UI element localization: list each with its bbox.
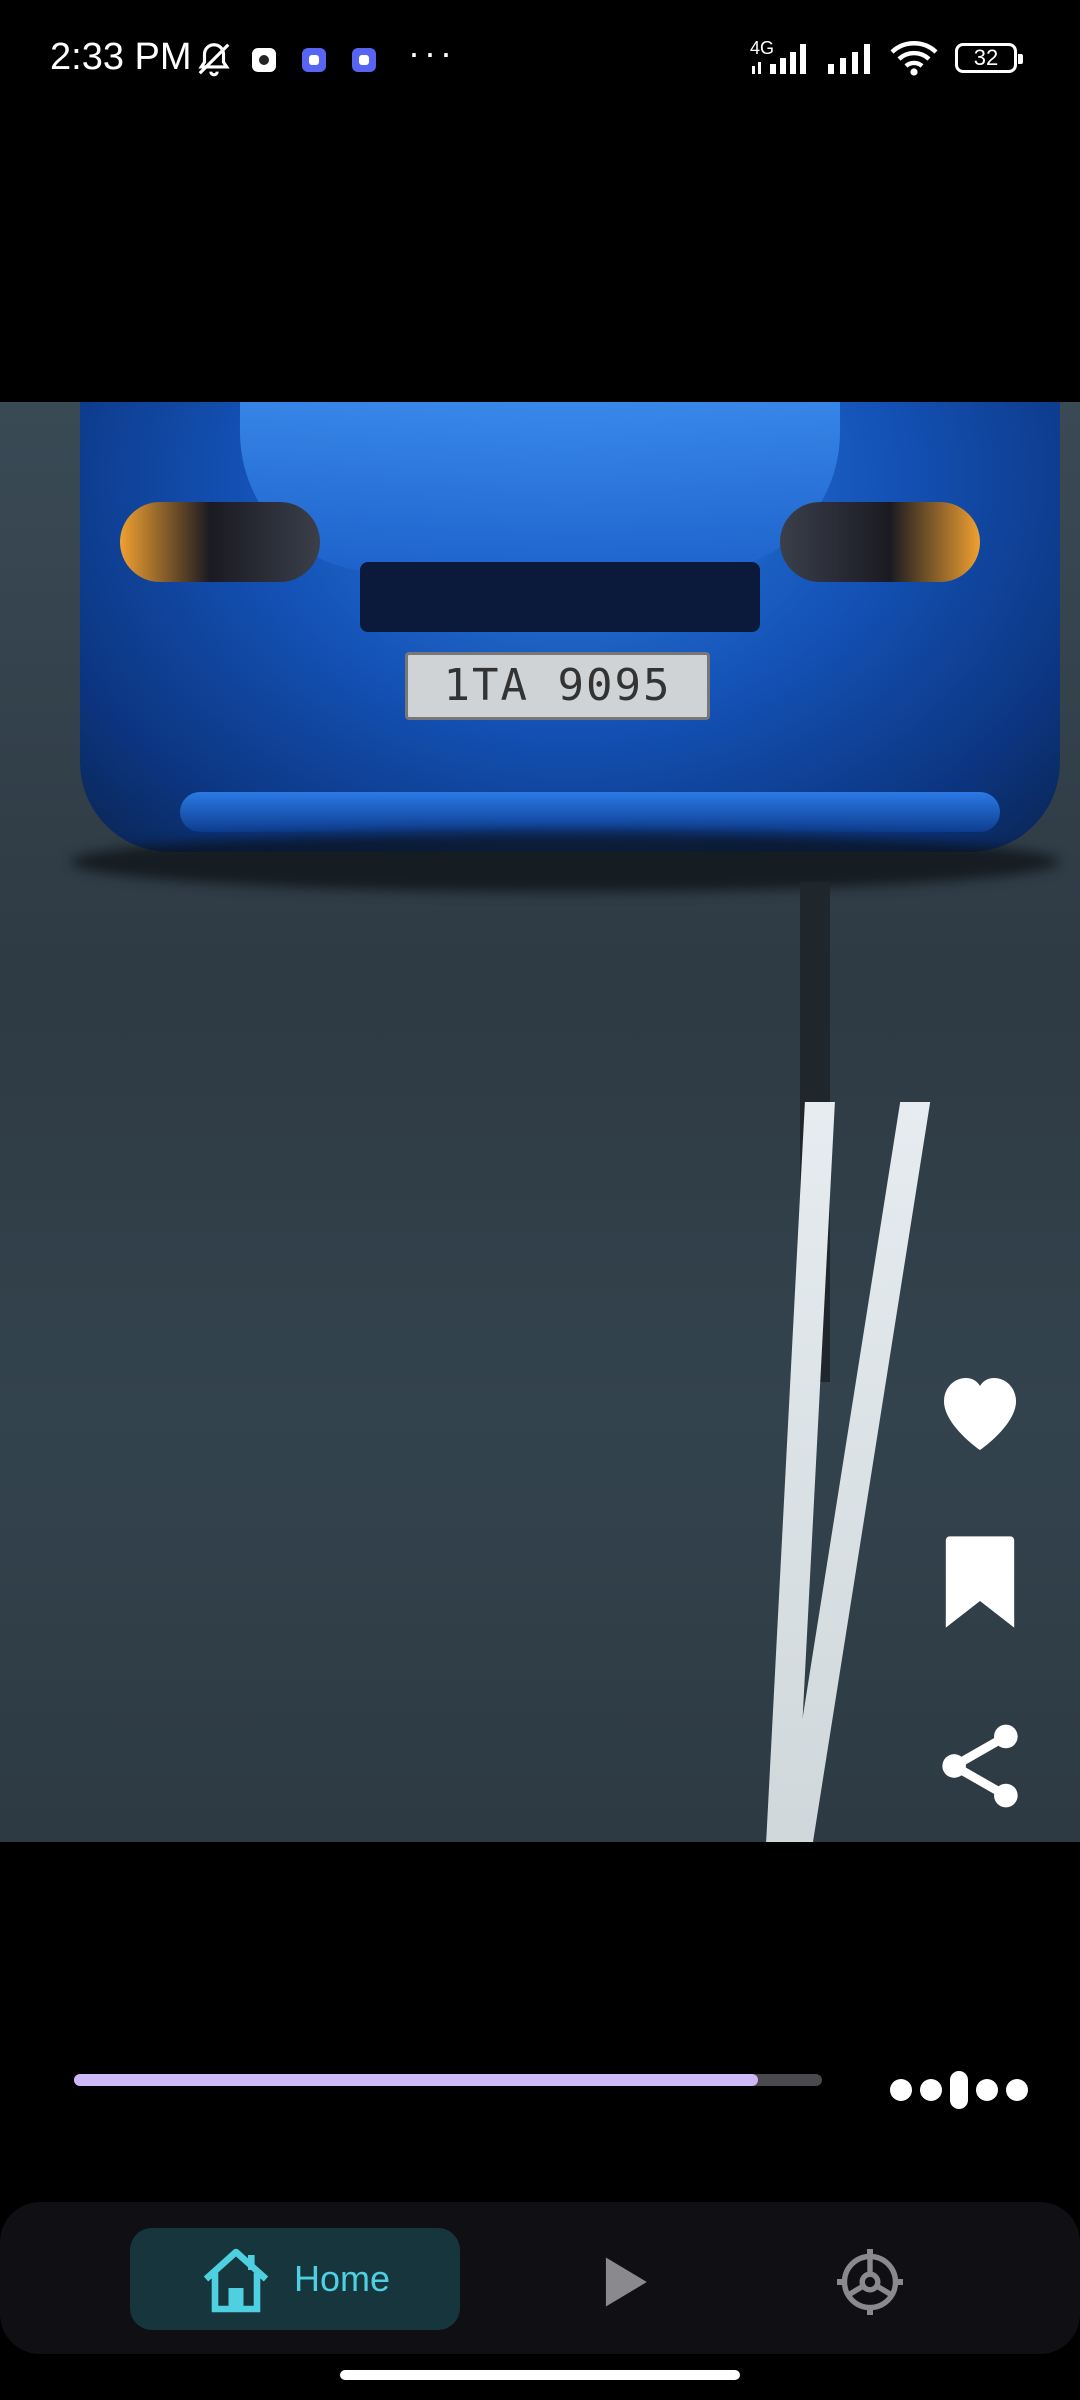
more-notifications-icon: ···	[408, 32, 456, 73]
bookmark-icon	[945, 1536, 1015, 1628]
settings-icon	[837, 2249, 903, 2315]
share-icon	[942, 1724, 1018, 1808]
nav-settings-button[interactable]	[830, 2242, 910, 2322]
license-plate: 1TA 9095	[405, 652, 710, 720]
share-button[interactable]	[930, 1716, 1030, 1816]
like-button[interactable]	[930, 1360, 1030, 1460]
status-time: 2:33 PM	[50, 36, 192, 78]
video-player[interactable]: 1TA 9095	[0, 402, 1080, 1842]
mute-bell-icon	[195, 40, 233, 83]
home-icon	[203, 2248, 269, 2313]
bottom-navigation: Home	[0, 2202, 1080, 2354]
video-progress-bar[interactable]	[74, 2074, 822, 2086]
play-icon	[605, 2257, 647, 2307]
progress-fill	[74, 2074, 759, 2086]
signal-icon-2	[826, 40, 880, 81]
discord-notification-icon-2	[352, 48, 376, 72]
signal-icon	[748, 40, 816, 81]
phone-notification-icon	[252, 48, 276, 72]
battery-indicator: 32	[955, 43, 1023, 73]
heart-icon	[944, 1378, 1016, 1450]
nav-home-label: Home	[293, 2258, 391, 2299]
bookmark-button[interactable]	[930, 1532, 1030, 1632]
nav-play-button[interactable]	[585, 2242, 665, 2322]
discord-notification-icon	[302, 48, 326, 72]
playback-indicator-icon[interactable]	[890, 2068, 1028, 2112]
wifi-icon	[888, 38, 940, 83]
home-indicator[interactable]	[340, 2370, 740, 2380]
nav-home-button[interactable]: Home	[130, 2228, 460, 2330]
status-bar: 2:33 PM ··· 4G 32	[0, 0, 1080, 120]
